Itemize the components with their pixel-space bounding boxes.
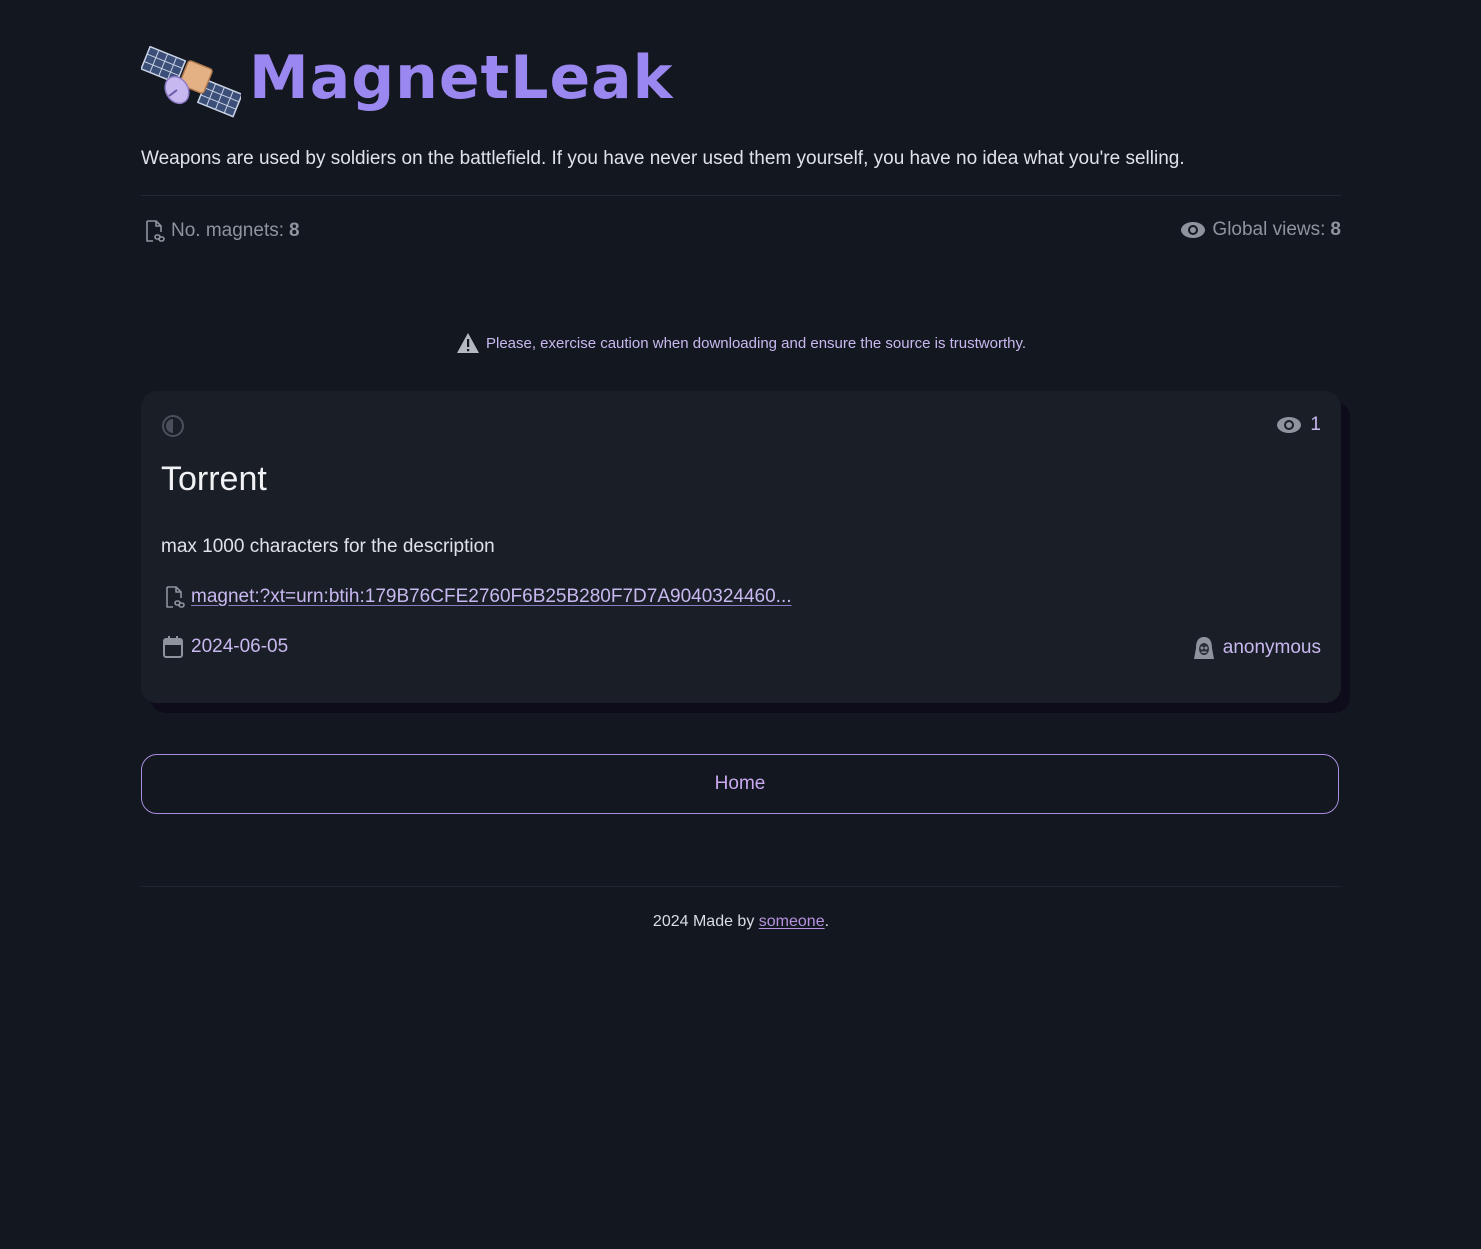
torrent-title: Torrent [161, 460, 267, 498]
torrent-views: 1 [1276, 414, 1321, 436]
torrent-card: 1 Torrent max 1000 characters for the de… [141, 391, 1341, 703]
file-link-icon [163, 585, 185, 609]
global-views-stat: Global views: 8 [1180, 219, 1341, 241]
hacker-icon [1193, 636, 1215, 660]
footer: 2024 Made by someone. [141, 913, 1341, 931]
caution-notice: Please, exercise caution when downloadin… [141, 332, 1341, 354]
footer-divider [141, 886, 1341, 887]
contrast-icon[interactable] [161, 414, 185, 438]
magnet-link-row: magnet:?xt=urn:btih:179B76CFE2760F6B25B2… [163, 585, 792, 609]
footer-suffix: . [824, 913, 830, 930]
torrent-date: 2024-06-05 [163, 636, 288, 658]
caution-text: Please, exercise caution when downloadin… [485, 334, 1027, 352]
torrent-views-count: 1 [1310, 414, 1321, 435]
eye-icon [1276, 415, 1302, 435]
magnets-label: No. magnets: [171, 220, 284, 241]
site-name: MagnetLeak [249, 43, 674, 113]
magnet-link[interactable]: magnet:?xt=urn:btih:179B76CFE2760F6B25B2… [191, 586, 792, 608]
global-views-count: 8 [1330, 219, 1341, 240]
home-button[interactable]: Home [141, 754, 1339, 814]
warning-icon [456, 332, 480, 354]
magnets-count: 8 [289, 220, 300, 241]
magnets-count-stat: No. magnets: 8 [143, 219, 300, 243]
calendar-icon [163, 636, 183, 658]
eye-icon [1180, 220, 1206, 240]
torrent-author: anonymous [1193, 636, 1321, 660]
site-brand[interactable]: MagnetLeak [141, 44, 674, 120]
global-views-label: Global views: [1212, 219, 1326, 240]
header-divider [141, 195, 1341, 196]
site-tagline: Weapons are used by soldiers on the batt… [141, 148, 1185, 169]
file-link-icon [143, 219, 165, 243]
torrent-date-value: 2024-06-05 [191, 636, 289, 657]
footer-prefix: 2024 Made by [652, 913, 759, 930]
torrent-description: max 1000 characters for the description [161, 536, 495, 557]
footer-author-link[interactable]: someone [759, 913, 825, 930]
torrent-author-name: anonymous [1222, 637, 1321, 658]
satellite-logo-icon [141, 46, 241, 118]
